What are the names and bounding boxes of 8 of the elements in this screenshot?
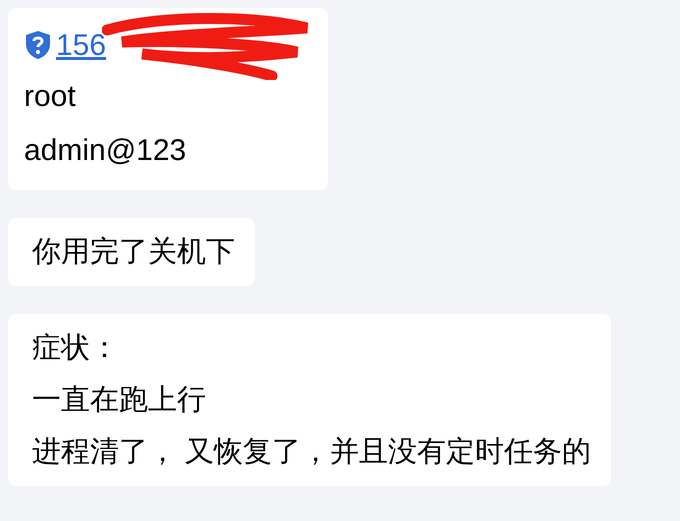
message-text: admin@123 [24, 133, 188, 169]
message-text: 一直在跑上行 [32, 383, 207, 418]
shield-question-icon [24, 30, 52, 60]
message-text: 进程清了， 又恢复了，并且没有定时任务的 [32, 435, 592, 470]
message-text: 症状： [32, 331, 120, 366]
phone-link[interactable]: 156 [56, 22, 106, 68]
message-text: 你用完了关机下 [32, 235, 235, 270]
message-text: root [24, 79, 77, 115]
